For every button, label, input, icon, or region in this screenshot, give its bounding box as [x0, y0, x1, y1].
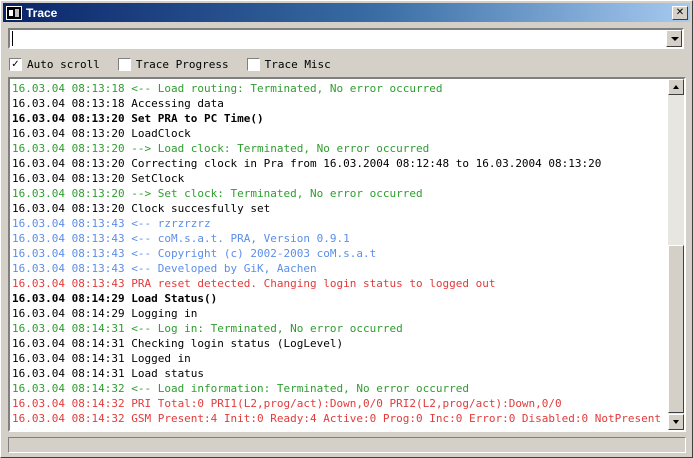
auto-scroll-checkbox[interactable]: ✓ Auto scroll [9, 57, 100, 71]
log-line: 16.03.04 08:14:29 Load Status() [12, 292, 218, 305]
log-line: 16.03.04 08:14:31 Load status [12, 367, 205, 380]
log-line: 16.03.04 08:14:31 Logged in [12, 352, 191, 365]
log-line: 16.03.04 08:13:18 <-- Load routing: Term… [12, 82, 443, 95]
chevron-down-icon [671, 37, 679, 41]
vertical-scrollbar[interactable] [668, 79, 684, 430]
log-line: 16.03.04 08:13:20 Correcting clock in Pr… [12, 157, 602, 170]
app-icon[interactable] [6, 5, 22, 20]
trace-misc-checkbox[interactable]: Trace Misc [246, 57, 331, 71]
checkbox-label: Trace Misc [264, 57, 331, 71]
log-line: 16.03.04 08:13:43 <-- Copyright (c) 2002… [12, 247, 377, 260]
options-row: ✓ Auto scroll Trace Progress Trace Misc [9, 56, 349, 72]
status-bar [8, 437, 686, 453]
command-combo[interactable] [8, 28, 684, 49]
log-line: 16.03.04 08:13:20 Set PRA to PC Time() [12, 112, 264, 125]
trace-progress-checkbox[interactable]: Trace Progress [117, 57, 229, 71]
log-line: 16.03.04 08:14:32 GSM Present:4 Init:0 R… [12, 412, 662, 425]
arrow-up-icon [673, 85, 679, 89]
checkbox-box[interactable] [246, 57, 260, 71]
close-button[interactable]: ✕ [672, 5, 688, 20]
log-line: 16.03.04 08:13:20 --> Set clock: Termina… [12, 187, 423, 200]
log-line: 16.03.04 08:13:43 <-- Developed by GiK, … [12, 262, 317, 275]
log-line: 16.03.04 08:14:31 Checking login status … [12, 337, 344, 350]
checkbox-label: Auto scroll [27, 57, 100, 71]
checkbox-label: Trace Progress [135, 57, 229, 71]
checkbox-box[interactable] [117, 57, 131, 71]
log-line: 16.03.04 08:13:43 PRA reset detected. Ch… [12, 277, 496, 290]
log-line: 16.03.04 08:14:32 PRI Total:0 PRI1(L2,pr… [12, 397, 562, 410]
window-title: Trace [26, 5, 58, 20]
log-line: 16.03.04 08:13:18 Accessing data [12, 97, 224, 110]
scroll-up-button[interactable] [668, 79, 684, 95]
log-line: 16.03.04 08:13:20 SetClock [12, 172, 185, 185]
arrow-down-icon [673, 420, 679, 424]
log-line: 16.03.04 08:13:43 <-- coM.s.a.t. PRA, Ve… [12, 232, 350, 245]
log-line: 16.03.04 08:14:31 <-- Log in: Terminated… [12, 322, 403, 335]
title-bar[interactable]: Trace ✕ [3, 3, 690, 22]
log-line: 16.03.04 08:14:32 <-- Load information: … [12, 382, 469, 395]
log-line: 16.03.04 08:13:20 Clock succesfully set [12, 202, 271, 215]
combo-dropdown-button[interactable] [666, 30, 682, 47]
trace-window: Trace ✕ ✓ Auto scroll Trace Progress Tra… [0, 0, 693, 458]
trace-log[interactable]: 16.03.04 08:13:18 <-- Load routing: Term… [12, 81, 668, 428]
scrollbar-thumb[interactable] [668, 245, 684, 413]
checkbox-box[interactable]: ✓ [9, 57, 22, 71]
log-line: 16.03.04 08:14:29 Logging in [12, 307, 198, 320]
command-input[interactable] [12, 31, 662, 46]
scroll-down-button[interactable] [668, 414, 684, 430]
log-line: 16.03.04 08:13:20 --> Load clock: Termin… [12, 142, 430, 155]
trace-log-panel[interactable]: 16.03.04 08:13:18 <-- Load routing: Term… [8, 77, 686, 432]
log-line: 16.03.04 08:13:43 <-- rzrzrzrz [12, 217, 211, 230]
log-line: 16.03.04 08:13:20 LoadClock [12, 127, 191, 140]
